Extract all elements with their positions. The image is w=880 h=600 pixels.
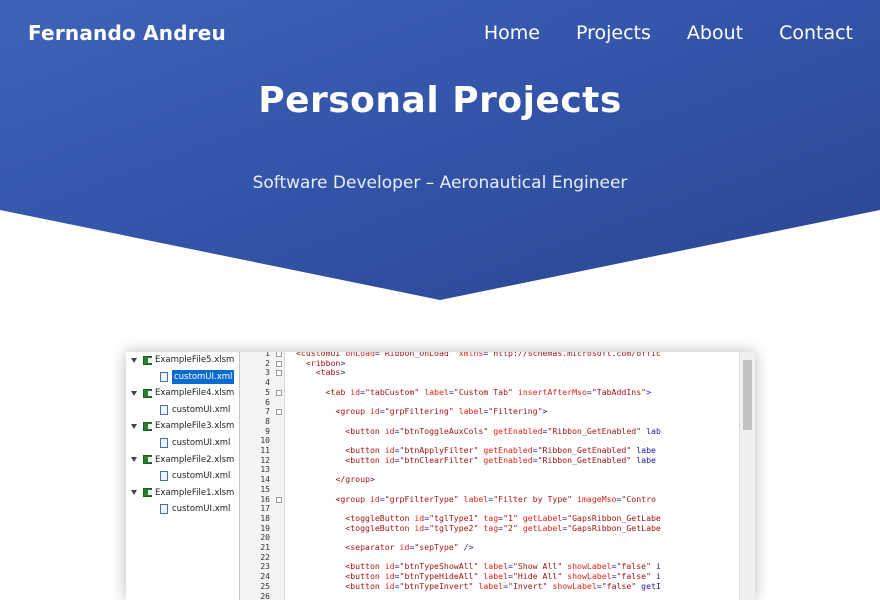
fold-toggle-icon[interactable] [276, 496, 282, 503]
tree-item-label: customUI.xml [172, 471, 231, 482]
xml-file-icon [160, 438, 168, 448]
line-number: 22 [260, 552, 270, 562]
line-number: 18 [260, 513, 270, 523]
tree-item-xml[interactable]: customUI.xml [160, 403, 230, 417]
tree-item-label: customUI.xml [172, 438, 231, 448]
nav-home-link[interactable]: Home [484, 22, 540, 44]
tree-item-workbook[interactable]: ExampleFile5.xlsm [131, 353, 234, 367]
code-line: <button id="btnClearFilter" getEnabled="… [345, 454, 656, 465]
tree-item-workbook[interactable]: ExampleFile4.xlsm [131, 386, 234, 400]
line-number: 10 [260, 436, 270, 446]
file-tree: ExampleFile5.xlsm customUI.xml ExampleFile… [126, 352, 240, 600]
xml-file-icon [160, 371, 168, 382]
tree-item-label: ExampleFile4.xlsm [155, 388, 235, 399]
excel-file-icon [143, 455, 152, 465]
code-line: <group id="grpFilterType" label="Filter … [335, 493, 656, 504]
line-number: 12 [260, 455, 270, 465]
tree-item-label: ExampleFile2.xlsm [155, 454, 235, 465]
tree-item-workbook[interactable]: ExampleFile3.xlsm [131, 419, 234, 433]
tree-item-label: customUI.xml [172, 369, 235, 384]
expand-arrow-icon[interactable] [131, 490, 137, 496]
code-line: <separator id="sepType" /> [345, 542, 474, 552]
line-number: 5 [265, 387, 270, 397]
nav-contact-link[interactable]: Contact [779, 22, 853, 44]
line-number: 6 [265, 397, 270, 407]
line-number: 7 [265, 407, 270, 417]
line-number: 8 [265, 416, 270, 426]
tree-item-xml[interactable]: customUI.xml [160, 369, 235, 384]
line-number: 21 [260, 543, 270, 552]
code-editor: 1 2 3 4 5 6 7 8 9 10 11 12 13 14 15 16 17 18 19 20 21 22 23 24 2… [240, 352, 740, 600]
code-line: <customUI onLoad="Ribbon_OnLoad" xmlns="… [296, 352, 661, 358]
line-number: 9 [265, 426, 270, 436]
tree-item-workbook[interactable]: ExampleFile2.xlsm [131, 453, 234, 467]
line-number: 19 [260, 523, 270, 533]
fold-toggle-icon[interactable] [276, 370, 282, 377]
line-number: 24 [260, 572, 270, 582]
xml-file-icon [160, 404, 168, 415]
editor-scrollbar[interactable] [739, 352, 755, 600]
tree-item-label: customUI.xml [172, 404, 231, 415]
scrollbar-thumb[interactable] [743, 360, 752, 430]
code-line: </group> [335, 474, 375, 485]
fold-toggle-icon[interactable] [276, 389, 282, 396]
tree-item-label: customUI.xml [172, 504, 231, 515]
tree-item-label: ExampleFile5.xlsm [155, 355, 235, 365]
line-number: 13 [260, 465, 270, 475]
line-number: 15 [260, 484, 270, 494]
code-line: <button id="btnTypeInvert" label="Invert… [345, 580, 661, 591]
line-number: 2 [265, 358, 270, 368]
code-line: <button id="btnToggleAuxCols" getEnabled… [345, 425, 661, 436]
page-title: Personal Projects [258, 80, 622, 121]
line-number: 11 [260, 446, 270, 455]
hero-banner [0, 0, 880, 300]
line-number: 4 [265, 378, 270, 388]
excel-file-icon [143, 488, 152, 498]
page-subtitle: Software Developer – Aeronautical Engine… [252, 173, 628, 193]
fold-toggle-icon[interactable] [276, 352, 282, 357]
line-number: 16 [260, 494, 270, 504]
nav-about-link[interactable]: About [687, 22, 743, 44]
excel-file-icon [143, 388, 152, 398]
tree-item-workbook[interactable]: ExampleFile1.xlsm [131, 486, 234, 500]
expand-arrow-icon[interactable] [131, 357, 137, 363]
xml-file-icon [160, 504, 168, 515]
code-line: <tab id="tabCustom" label="Custom Tab" i… [325, 386, 652, 397]
excel-file-icon [143, 355, 152, 365]
site-brand[interactable]: Fernando Andreu [28, 21, 226, 45]
tree-item-xml[interactable]: customUI.xml [160, 502, 230, 516]
line-number: 25 [260, 581, 270, 591]
line-number: 17 [260, 504, 270, 514]
tree-item-label: ExampleFile1.xlsm [155, 487, 235, 498]
nav-projects-link[interactable]: Projects [576, 22, 651, 44]
tree-item-xml[interactable]: customUI.xml [160, 469, 230, 483]
line-number-gutter: 1 2 3 4 5 6 7 8 9 10 11 12 13 14 15 16 17 18 19 20 21 22 23 24 2… [240, 352, 285, 600]
fold-toggle-icon[interactable] [276, 409, 282, 416]
tree-item-label: ExampleFile3.xlsm [155, 421, 235, 432]
project-screenshot: ExampleFile5.xlsm customUI.xml ExampleFile… [126, 352, 755, 600]
main-nav: Home Projects About Contact [484, 22, 853, 44]
code-line: <group id="grpFiltering" label="Filterin… [335, 406, 548, 417]
expand-arrow-icon[interactable] [131, 390, 137, 396]
line-number: 1 [265, 352, 270, 358]
code-area: <customUI onLoad="Ribbon_OnLoad" xmlns="… [296, 352, 736, 600]
expand-arrow-icon[interactable] [131, 423, 137, 429]
code-line: <toggleButton id="tglType2" tag="2" getL… [345, 522, 661, 533]
line-number: 3 [265, 368, 270, 378]
code-line: <tabs> [315, 367, 346, 378]
excel-file-icon [143, 421, 152, 431]
line-number: 20 [260, 533, 270, 543]
fold-toggle-icon[interactable] [276, 360, 282, 367]
expand-arrow-icon[interactable] [131, 457, 137, 463]
line-number: 23 [260, 562, 270, 572]
tree-item-xml[interactable]: customUI.xml [160, 436, 230, 450]
line-number: 14 [260, 475, 270, 485]
line-number: 26 [260, 591, 270, 600]
xml-file-icon [160, 471, 168, 482]
